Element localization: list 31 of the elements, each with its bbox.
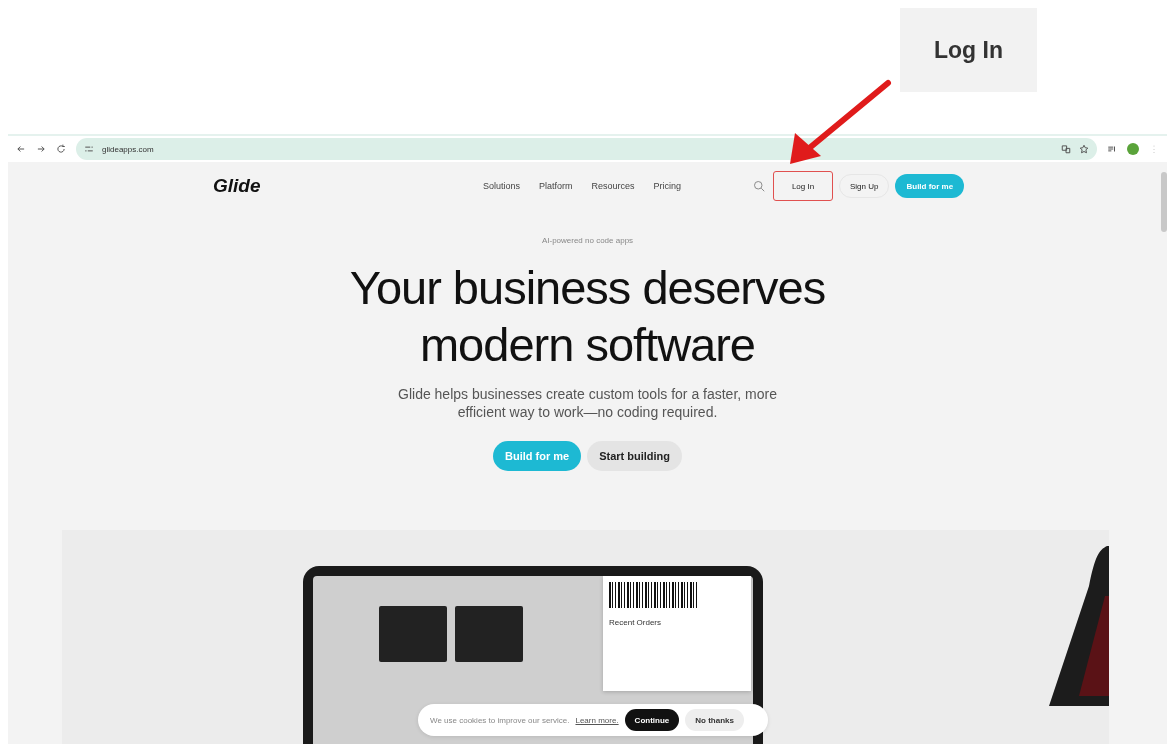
learn-more-link[interactable]: Learn more. [575, 715, 619, 725]
login-button[interactable]: Log In [773, 171, 833, 201]
reload-icon[interactable] [56, 144, 66, 154]
avatar-icon[interactable] [1127, 143, 1139, 155]
nav-link[interactable]: Pricing [653, 181, 682, 191]
back-icon[interactable] [16, 144, 26, 154]
address-bar[interactable]: glideapps.com [76, 138, 1097, 160]
nav-link[interactable]: Solutions [483, 181, 521, 191]
card-title: Recent Orders [609, 618, 663, 627]
hero-heading: modern software [419, 317, 755, 373]
nav-link[interactable]: Platform [539, 181, 573, 191]
cookie-text: We use cookies to improve our service. [430, 715, 570, 725]
nav-link[interactable]: Resources [591, 181, 635, 191]
decline-button[interactable]: No thanks [685, 709, 744, 731]
photo-placeholder [379, 606, 447, 662]
search-icon[interactable] [753, 180, 765, 192]
photo-placeholder [455, 606, 523, 662]
forward-icon[interactable] [36, 144, 46, 154]
url-text: glideapps.com [102, 144, 155, 154]
start-button[interactable]: Start building [587, 441, 683, 471]
continue-button[interactable]: Continue [624, 709, 680, 731]
logo[interactable]: Glide [213, 175, 483, 197]
hero-heading: Your business deserves [349, 260, 826, 316]
barcode-icon [609, 582, 699, 608]
translate-icon[interactable] [1061, 144, 1071, 154]
login-callout: Log In [900, 8, 1037, 92]
eyebrow-text: AI-powered no code apps [541, 236, 634, 245]
star-icon[interactable] [1079, 144, 1089, 154]
hero-subtitle: Glide helps businesses create custom tools for a faster, more efficient way to work—no coding required. [397, 385, 778, 421]
site-settings-icon[interactable] [84, 144, 94, 154]
scrollbar-thumb[interactable] [1161, 172, 1167, 232]
